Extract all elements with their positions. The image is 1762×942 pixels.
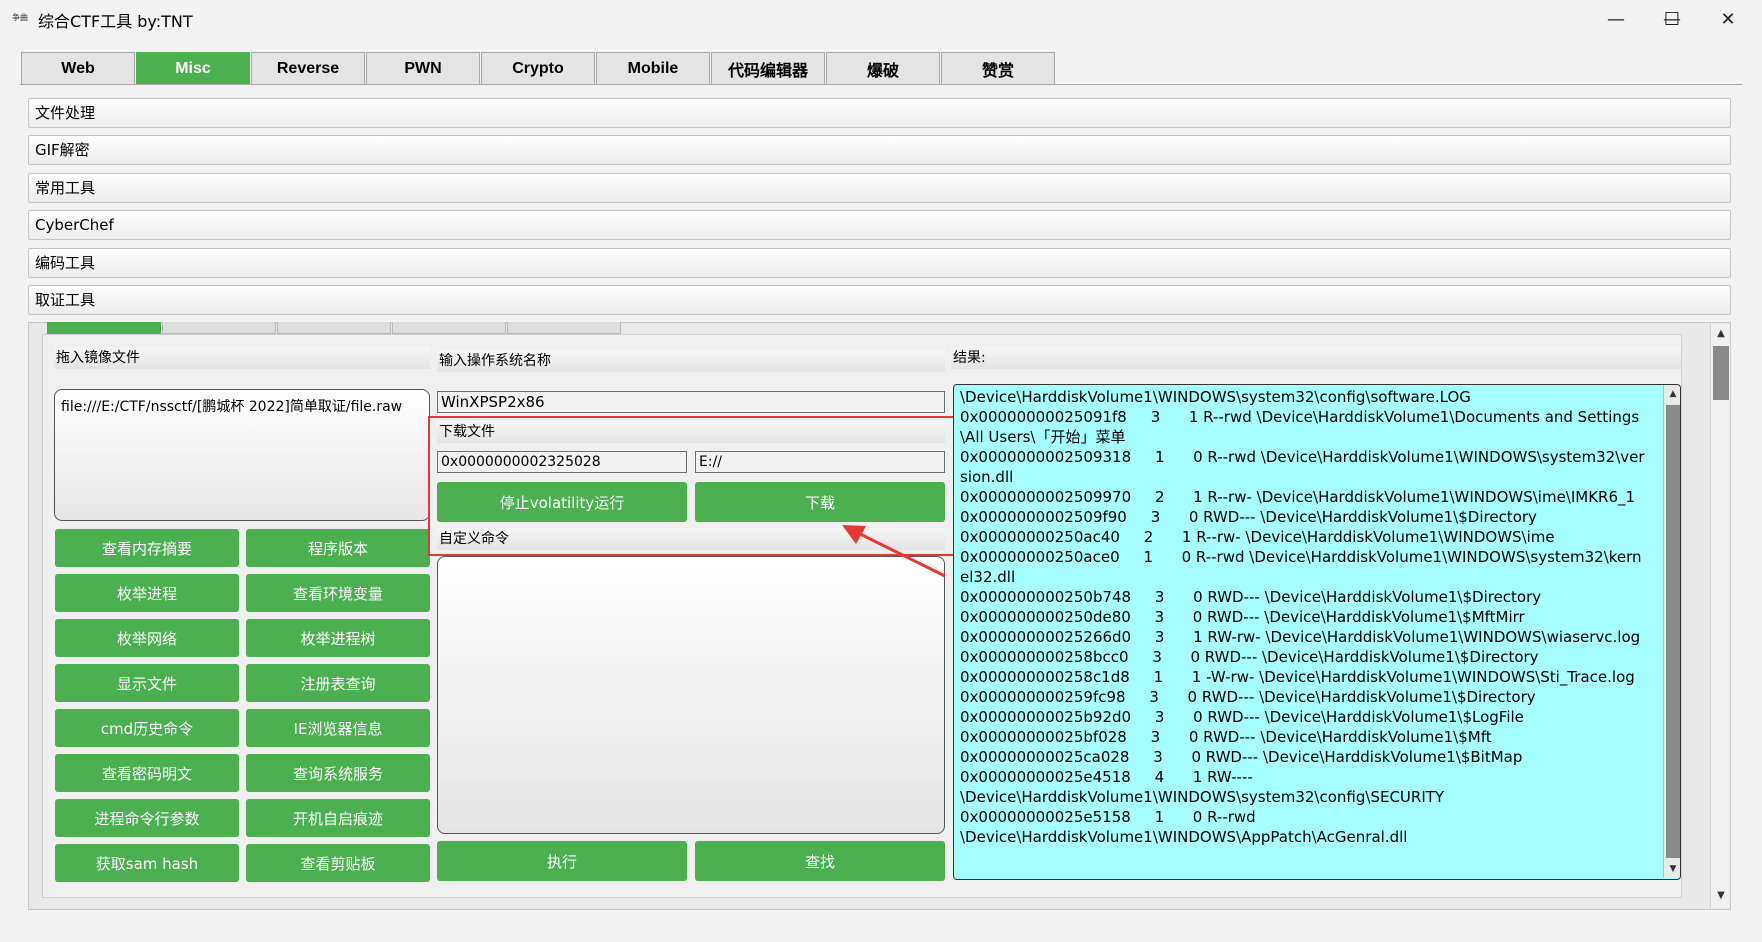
cmd-history-button[interactable]: cmd历史命令	[55, 709, 239, 747]
enum-processes-button[interactable]: 枚举进程	[55, 574, 239, 612]
find-button[interactable]: 查找	[695, 841, 945, 881]
result-output[interactable]: \Device\HarddiskVolume1\WINDOWS\system32…	[953, 384, 1681, 880]
accordion-encoding-tools[interactable]: 编码工具	[28, 248, 1731, 278]
scroll-down-icon[interactable]: ▼	[1664, 860, 1680, 878]
sam-hash-button[interactable]: 获取sam hash	[55, 844, 239, 882]
close-window-button[interactable]: ✕	[1700, 0, 1756, 38]
window-title: 综合CTF工具 by:TNT	[38, 12, 193, 31]
system-services-button[interactable]: 查询系统服务	[246, 754, 430, 792]
tab-misc[interactable]: Misc	[136, 52, 250, 85]
drop-image-label: 拖入镜像文件	[54, 347, 430, 369]
tab-web[interactable]: Web	[21, 52, 135, 85]
subtab-5[interactable]	[507, 322, 621, 334]
tab-mobile[interactable]: Mobile	[596, 52, 710, 85]
program-version-button[interactable]: 程序版本	[246, 529, 430, 567]
execute-button[interactable]: 执行	[437, 841, 687, 881]
accordion-forensics-tools[interactable]: 取证工具	[28, 285, 1731, 315]
tab-donate[interactable]: 赞赏	[941, 52, 1055, 85]
plaintext-password-button[interactable]: 查看密码明文	[55, 754, 239, 792]
registry-query-button[interactable]: 注册表查询	[246, 664, 430, 702]
panel-scroll-down-icon[interactable]: ▼	[1711, 886, 1731, 906]
panel-scroll-thumb[interactable]	[1713, 346, 1729, 400]
clipboard-button[interactable]: 查看剪贴板	[246, 844, 430, 882]
custom-command-input[interactable]	[437, 556, 945, 834]
tab-bruteforce[interactable]: 爆破	[826, 52, 940, 85]
minimize-window-button[interactable]: —	[1588, 0, 1644, 38]
result-label: 结果:	[951, 347, 1681, 369]
accordion-gif-decrypt[interactable]: GIF解密	[28, 135, 1731, 165]
annotation-arrow-icon	[842, 525, 946, 578]
title-bar: 争曲 综合CTF工具 by:TNT —	[0, 0, 1762, 38]
process-tree-button[interactable]: 枚举进程树	[246, 619, 430, 657]
tab-crypto[interactable]: Crypto	[481, 52, 595, 85]
maximize-window-button[interactable]: ☐	[1644, 0, 1700, 38]
subtab-volatility[interactable]	[47, 322, 161, 334]
env-vars-button[interactable]: 查看环境变量	[246, 574, 430, 612]
accordion-common-tools[interactable]: 常用工具	[28, 173, 1731, 203]
show-files-button[interactable]: 显示文件	[55, 664, 239, 702]
accordion-file-processing[interactable]: 文件处理	[28, 98, 1731, 128]
result-scroll-thumb[interactable]	[1666, 405, 1680, 858]
memory-summary-button[interactable]: 查看内存摘要	[55, 529, 239, 567]
scroll-up-icon[interactable]: ▲	[1664, 385, 1680, 403]
panel-scroll-up-icon[interactable]: ▲	[1711, 324, 1731, 344]
tab-reverse[interactable]: Reverse	[251, 52, 365, 85]
tab-divider	[20, 84, 1742, 85]
subtab-2[interactable]	[162, 322, 276, 334]
subtab-3[interactable]	[277, 322, 391, 334]
os-name-input[interactable]: WinXPSP2x86	[437, 391, 945, 413]
panel-scrollbar[interactable]: ▲ ▼	[1710, 324, 1730, 908]
process-cmdline-button[interactable]: 进程命令行参数	[55, 799, 239, 837]
result-text: \Device\HarddiskVolume1\WINDOWS\system32…	[960, 388, 1645, 846]
autostart-traces-button[interactable]: 开机自启痕迹	[246, 799, 430, 837]
tab-code-editor[interactable]: 代码编辑器	[711, 52, 825, 85]
accordion-cyberchef[interactable]: CyberChef	[28, 210, 1731, 240]
enum-network-button[interactable]: 枚举网络	[55, 619, 239, 657]
app-logo-icon: 争曲	[12, 13, 28, 22]
os-name-label: 输入操作系统名称	[437, 350, 945, 372]
tab-pwn[interactable]: PWN	[366, 52, 480, 85]
image-drop-area[interactable]: file:///E:/CTF/nssctf/[鹏城杯 2022]简单取证/fil…	[54, 389, 430, 521]
subtab-4[interactable]	[392, 322, 506, 334]
ie-browser-info-button[interactable]: IE浏览器信息	[246, 709, 430, 747]
result-scrollbar[interactable]: ▲ ▼	[1663, 385, 1680, 878]
